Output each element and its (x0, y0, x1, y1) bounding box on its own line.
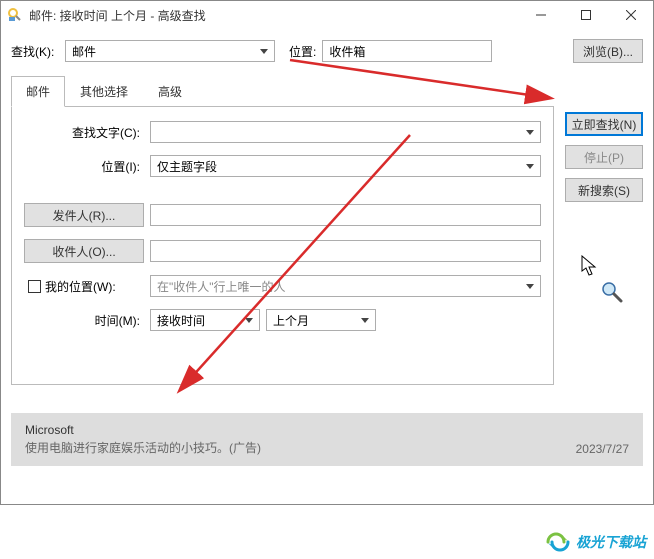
my-location-dropdown[interactable]: 在"收件人"行上唯一的人 (150, 275, 541, 297)
results-list: Microsoft 使用电脑进行家庭娱乐活动的小技巧。(广告) 2023/7/2… (11, 413, 643, 466)
time-label: 时间(M): (24, 312, 144, 329)
magnifier-icon (601, 281, 623, 303)
tab-panel-mail: 查找文字(C): 位置(I): 仅主题字段 发件人(R)... 收件人(O)..… (11, 107, 554, 385)
search-type-value: 邮件 (72, 43, 96, 60)
recipient-row: 收件人(O)... (24, 239, 541, 263)
result-subject: 使用电脑进行家庭娱乐活动的小技巧。(广告) (25, 439, 568, 456)
window-title: 邮件: 接收时间 上个月 - 高级查找 (29, 7, 518, 24)
watermark: 极光下载站 (544, 531, 646, 553)
content-area: 查找(K): 邮件 位置: 收件箱 浏览(B)... 邮件 其他选择 高级 查找… (1, 29, 653, 466)
search-text-label: 查找文字(C): (24, 124, 144, 141)
result-item[interactable]: Microsoft 使用电脑进行家庭娱乐活动的小技巧。(广告) (25, 423, 568, 456)
new-search-button[interactable]: 新搜索(S) (565, 178, 643, 202)
time-field-dropdown[interactable]: 接收时间 (150, 309, 260, 331)
browse-button[interactable]: 浏览(B)... (573, 39, 643, 63)
minimize-button[interactable] (518, 1, 563, 29)
search-in-row: 位置(I): 仅主题字段 (24, 155, 541, 177)
search-in-value: 仅主题字段 (157, 158, 217, 175)
tab-bar: 邮件 其他选择 高级 (11, 75, 554, 107)
result-sender: Microsoft (25, 423, 568, 437)
find-now-button[interactable]: 立即查找(N) (565, 112, 643, 136)
tab-other[interactable]: 其他选择 (65, 76, 143, 107)
location-input[interactable]: 收件箱 (322, 40, 492, 62)
result-date: 2023/7/27 (576, 442, 629, 456)
mouse-cursor-icon (581, 255, 599, 277)
watermark-text: 极光下载站 (576, 532, 646, 552)
location-value: 收件箱 (329, 43, 365, 60)
close-button[interactable] (608, 1, 653, 29)
advanced-find-window: 邮件: 接收时间 上个月 - 高级查找 查找(K): 邮件 位置: 收件箱 浏览… (0, 0, 654, 505)
search-type-dropdown[interactable]: 邮件 (65, 40, 275, 62)
location-label: 位置: (289, 43, 316, 60)
search-type-label: 查找(K): (11, 43, 59, 60)
my-location-checkbox[interactable] (28, 280, 41, 293)
my-location-label: 我的位置(W): (45, 278, 116, 295)
action-buttons-column: 立即查找(N) 停止(P) 新搜索(S) (565, 112, 643, 202)
time-row: 时间(M): 接收时间 上个月 (24, 309, 541, 331)
titlebar: 邮件: 接收时间 上个月 - 高级查找 (1, 1, 653, 29)
tab-advanced[interactable]: 高级 (143, 76, 197, 107)
tab-mail[interactable]: 邮件 (11, 76, 65, 107)
recipient-button[interactable]: 收件人(O)... (24, 239, 144, 263)
search-top-row: 查找(K): 邮件 位置: 收件箱 浏览(B)... (11, 39, 643, 63)
search-text-input[interactable] (150, 121, 541, 143)
my-location-row: 我的位置(W): 在"收件人"行上唯一的人 (24, 275, 541, 297)
sender-input[interactable] (150, 204, 541, 226)
search-in-label: 位置(I): (24, 158, 144, 175)
recipient-input[interactable] (150, 240, 541, 262)
time-field-value: 接收时间 (157, 312, 205, 329)
watermark-logo-icon (544, 531, 572, 553)
time-range-value: 上个月 (273, 312, 309, 329)
sender-row: 发件人(R)... (24, 203, 541, 227)
app-icon (7, 7, 23, 23)
my-location-placeholder: 在"收件人"行上唯一的人 (157, 278, 286, 295)
window-controls (518, 1, 653, 29)
sender-button[interactable]: 发件人(R)... (24, 203, 144, 227)
search-in-dropdown[interactable]: 仅主题字段 (150, 155, 541, 177)
search-text-row: 查找文字(C): (24, 121, 541, 143)
maximize-button[interactable] (563, 1, 608, 29)
stop-button[interactable]: 停止(P) (565, 145, 643, 169)
time-range-dropdown[interactable]: 上个月 (266, 309, 376, 331)
